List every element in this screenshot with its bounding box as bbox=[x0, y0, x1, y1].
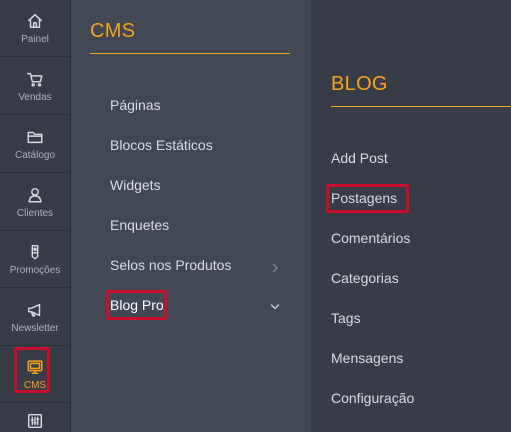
sliders-icon bbox=[0, 411, 70, 431]
menu-item-configuracao[interactable]: Configuração bbox=[331, 387, 414, 409]
sidebar-item-painel[interactable]: Painel bbox=[0, 0, 70, 57]
home-icon bbox=[0, 11, 70, 31]
sidebar-item-clientes[interactable]: Clientes bbox=[0, 174, 70, 231]
menu-item-add-post[interactable]: Add Post bbox=[331, 147, 388, 169]
menu-item-categorias[interactable]: Categorias bbox=[331, 267, 399, 289]
sidebar-item-label: Promoções bbox=[9, 265, 61, 276]
sidebar-item-label: Clientes bbox=[16, 208, 54, 219]
menu-item-mensagens[interactable]: Mensagens bbox=[331, 347, 403, 369]
folder-icon bbox=[0, 127, 70, 147]
menu-item-enquetes[interactable]: Enquetes bbox=[110, 214, 169, 236]
menu-item-tags[interactable]: Tags bbox=[331, 307, 361, 329]
sidebar-item-label: Newsletter bbox=[11, 323, 59, 334]
cms-submenu-panel: CMS Páginas Blocos Estáticos Widgets Enq… bbox=[71, 0, 311, 432]
sidebar-item-newsletter[interactable]: Newsletter bbox=[0, 289, 70, 346]
menu-item-blocos-estaticos[interactable]: Blocos Estáticos bbox=[110, 134, 213, 156]
sidebar-item-label: Vendas bbox=[18, 92, 52, 103]
admin-sidebar: Painel Vendas Catálogo Clientes Promoçõe… bbox=[0, 0, 71, 432]
postagens-highlight-box bbox=[326, 184, 409, 213]
tag-icon bbox=[0, 242, 70, 262]
menu-item-widgets[interactable]: Widgets bbox=[110, 174, 161, 196]
megaphone-icon bbox=[0, 300, 70, 320]
blog-pro-highlight-box bbox=[106, 290, 167, 320]
sidebar-item-catalogo[interactable]: Catálogo bbox=[0, 116, 70, 173]
cart-icon bbox=[0, 69, 70, 89]
chevron-down-icon bbox=[270, 299, 280, 310]
menu-item-comentarios[interactable]: Comentários bbox=[331, 227, 410, 249]
menu-item-paginas[interactable]: Páginas bbox=[110, 94, 161, 116]
menu-item-selos-nos-produtos[interactable]: Selos nos Produtos bbox=[110, 254, 231, 276]
title-divider bbox=[90, 53, 290, 54]
sidebar-item-promocoes[interactable]: Promoções bbox=[0, 231, 70, 288]
chevron-right-icon bbox=[270, 260, 280, 273]
sidebar-item-vendas[interactable]: Vendas bbox=[0, 58, 70, 115]
cms-highlight-box bbox=[14, 347, 50, 393]
blog-panel-title: BLOG bbox=[331, 73, 388, 95]
blog-submenu-panel: BLOG Add Post Postagens Comentários Cate… bbox=[311, 0, 511, 432]
cms-panel-title: CMS bbox=[90, 20, 136, 42]
person-icon bbox=[0, 185, 70, 205]
title-divider bbox=[331, 106, 511, 107]
sidebar-item-label: Catálogo bbox=[14, 150, 56, 161]
sidebar-item-label: Painel bbox=[21, 34, 49, 45]
sidebar-item-sliders[interactable] bbox=[0, 404, 70, 432]
